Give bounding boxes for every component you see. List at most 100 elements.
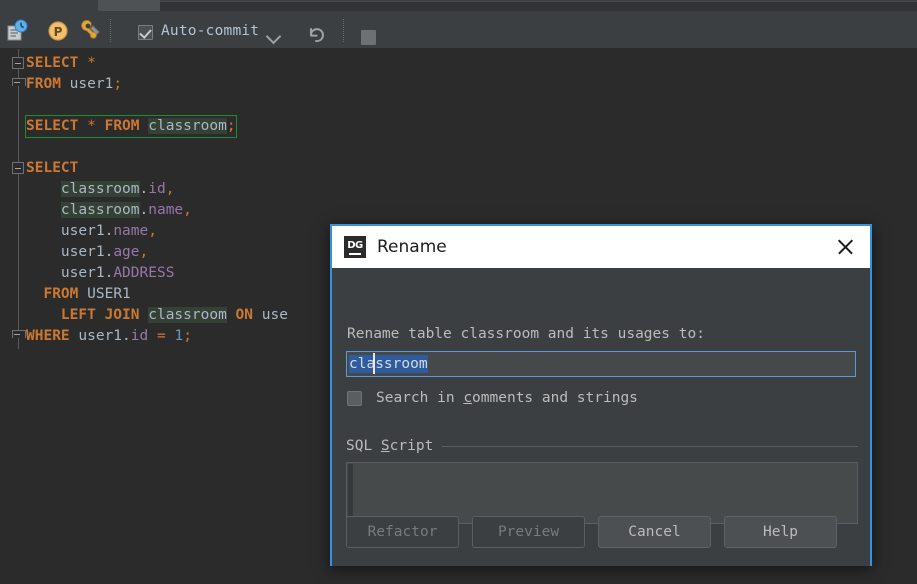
editor-toolbar: P Auto-commit: [0, 11, 917, 49]
code-token: classroom: [61, 202, 140, 218]
stop-button[interactable]: [361, 30, 376, 45]
code-token: USER1: [87, 286, 131, 302]
code-token: [140, 118, 149, 134]
code-token: [26, 244, 61, 260]
code-token: ON: [236, 307, 253, 323]
code-token: user1: [70, 76, 114, 92]
auto-commit-checkbox[interactable]: [138, 25, 153, 40]
code-token: [26, 181, 61, 197]
code-token: name: [113, 223, 148, 239]
code-token: FROM: [105, 118, 140, 134]
data-source-properties-icon[interactable]: [78, 19, 102, 43]
code-token: id: [131, 328, 148, 344]
code-token: [140, 307, 149, 323]
code-fold-marker[interactable]: [12, 162, 25, 175]
code-token: SELECT: [26, 118, 78, 134]
code-token: age: [113, 244, 139, 260]
code-token: ,: [148, 223, 157, 239]
svg-text:P: P: [54, 25, 63, 39]
sql-script-textarea[interactable]: [346, 462, 858, 524]
dialog-title: Rename: [377, 237, 447, 257]
code-fold-marker[interactable]: [12, 78, 25, 91]
fold-collapse-icon: [12, 162, 24, 174]
code-token: FROM: [26, 76, 61, 92]
editor-tab-strip: [0, 0, 917, 11]
code-token: =: [148, 328, 174, 344]
code-token: .: [140, 181, 149, 197]
chevron-down-icon[interactable]: [268, 31, 281, 39]
code-fold-marker[interactable]: [12, 330, 25, 343]
code-token: user1: [61, 265, 105, 281]
rollback-icon[interactable]: [307, 26, 327, 44]
code-token: ,: [166, 181, 175, 197]
code-token: [26, 202, 61, 218]
tab-strip-right-inner: [160, 1, 917, 11]
code-token: *: [78, 118, 104, 134]
search-comments-checkbox[interactable]: [347, 391, 362, 406]
search-comments-checkbox-row[interactable]: Search in comments and strings: [347, 390, 638, 406]
code-token: SELECT: [26, 55, 78, 71]
rename-input-value: classroom: [349, 355, 428, 373]
code-line: FROM user1;: [26, 74, 122, 95]
fold-end-icon: [12, 78, 24, 90]
datagrip-icon-text: DG: [347, 240, 363, 251]
code-token: [26, 265, 61, 281]
code-line: LEFT JOIN classroom ON use: [26, 305, 288, 326]
code-token: ADDRESS: [113, 265, 174, 281]
code-token: classroom: [148, 118, 227, 134]
search-comments-label: Search in comments and strings: [376, 390, 638, 406]
legend-rule: [442, 446, 858, 447]
dialog-title-bar: DG Rename: [332, 226, 870, 268]
code-token: .: [105, 244, 114, 260]
rename-dialog: DG Rename Rename table classroom and its…: [330, 224, 872, 566]
code-token: 1: [174, 328, 183, 344]
history-icon[interactable]: [6, 19, 30, 43]
rename-input[interactable]: classroom: [346, 351, 856, 377]
fold-end-icon: [12, 330, 24, 342]
text-caret: [373, 353, 375, 374]
code-token: SELECT: [26, 160, 78, 176]
code-token: ,: [140, 244, 149, 260]
tab-strip-left: [0, 0, 98, 11]
code-token: [26, 307, 61, 323]
code-token: .: [122, 328, 131, 344]
code-line: classroom.name,: [26, 200, 192, 221]
code-token: ;: [183, 328, 192, 344]
sql-script-legend-text: SQL Script: [346, 438, 433, 454]
fold-collapse-icon: [12, 57, 24, 69]
toolbar-separator-1: [110, 19, 111, 42]
rename-prompt: Rename table classroom and its usages to…: [347, 326, 705, 342]
code-token: .: [105, 265, 114, 281]
code-token: [253, 307, 262, 323]
close-icon[interactable]: [834, 236, 856, 258]
tab-strip-right: [160, 0, 917, 11]
datagrip-icon: DG: [344, 236, 366, 258]
code-token: user1: [61, 223, 105, 239]
code-token: .: [140, 202, 149, 218]
code-line: classroom.id,: [26, 179, 174, 200]
code-token: ,: [183, 202, 192, 218]
code-token: [78, 286, 87, 302]
code-token: name: [148, 202, 183, 218]
help-button[interactable]: Help: [724, 516, 837, 548]
code-token: WHERE: [26, 328, 70, 344]
parameters-icon[interactable]: P: [46, 19, 70, 43]
refactor-button: Refactor: [346, 516, 459, 548]
toolbar-separator-2: [343, 19, 344, 42]
code-token: [61, 76, 70, 92]
code-token: [26, 223, 61, 239]
code-token: ;: [227, 118, 236, 134]
preview-button: Preview: [472, 516, 585, 548]
code-token: user1: [78, 328, 122, 344]
code-line: WHERE user1.id = 1;: [26, 326, 192, 347]
cancel-button[interactable]: Cancel: [598, 516, 711, 548]
datagrip-window: P Auto-commit SELECT *FROM user1;SELECT …: [0, 0, 917, 584]
code-fold-marker[interactable]: [12, 57, 25, 70]
active-editor-tab[interactable]: [98, 0, 160, 11]
code-token: id: [148, 181, 165, 197]
sql-script-group: SQL Script: [346, 438, 858, 524]
code-token: [26, 286, 43, 302]
code-token: *: [78, 55, 95, 71]
code-token: .: [105, 223, 114, 239]
code-line: user1.name,: [26, 221, 157, 242]
